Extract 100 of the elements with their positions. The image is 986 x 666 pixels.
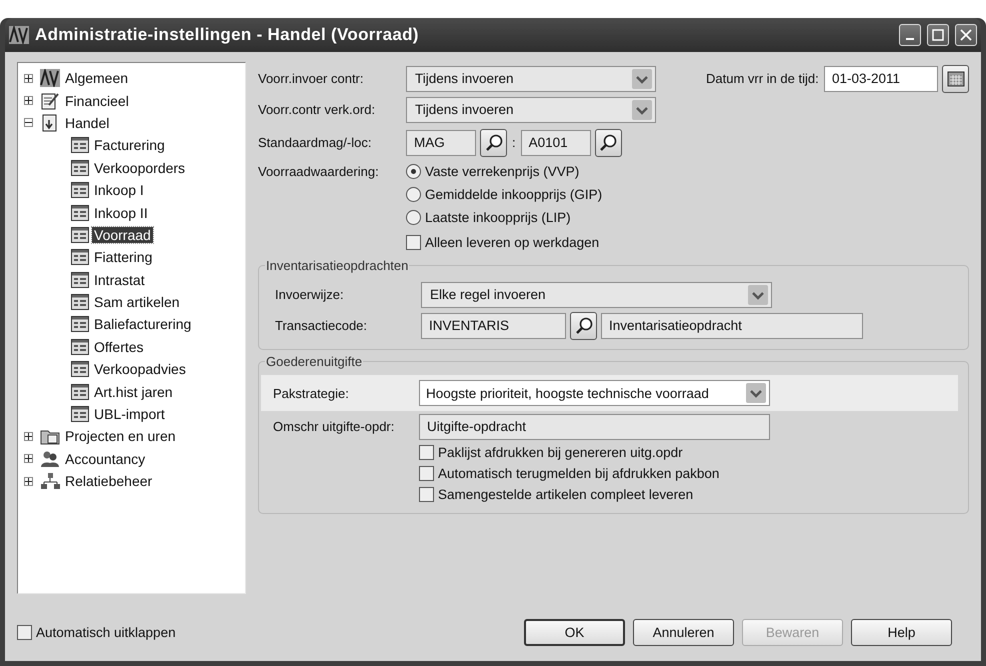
form-icon — [71, 226, 89, 243]
caret-icon[interactable] — [748, 284, 768, 304]
tree-item[interactable]: Accountancy — [63, 450, 148, 467]
tree-item[interactable]: Fiattering — [92, 249, 154, 266]
radio-button[interactable] — [406, 210, 421, 225]
caret-icon[interactable] — [632, 68, 652, 88]
checkbox-label: Alleen leveren op werkdagen — [425, 235, 600, 250]
tree-item[interactable]: Sam artikelen — [92, 294, 182, 310]
radio-label: Laatste inkoopprijs (LIP) — [425, 210, 571, 225]
dialog-button[interactable]: Annuleren — [633, 618, 734, 646]
tree-item[interactable]: Verkoopadvies — [92, 361, 188, 378]
form-icon — [71, 361, 89, 378]
form-icon — [71, 316, 89, 332]
search-icon — [484, 132, 504, 152]
field-label: Datum vrr in de tijd: — [706, 71, 820, 86]
warehouse-field[interactable]: MAG — [406, 130, 476, 156]
form-icon — [71, 338, 89, 355]
checkbox-label: Samengestelde artikelen compleet leveren — [438, 487, 694, 502]
close-icon — [960, 29, 972, 41]
plus-icon — [25, 478, 32, 485]
date-field[interactable]: 01-03-2011 — [824, 66, 938, 92]
dropdown[interactable]: Tijdens invoeren — [406, 96, 656, 122]
checkbox[interactable] — [419, 466, 434, 481]
code-field[interactable]: INVENTARIS — [421, 312, 566, 338]
notepad-icon — [40, 92, 60, 110]
expand-toggle[interactable] — [24, 96, 33, 106]
plus-icon — [25, 432, 32, 440]
tree-item[interactable]: Voorraad — [92, 226, 153, 243]
calendar-button[interactable] — [942, 64, 969, 92]
tree-item[interactable]: UBL-import — [92, 406, 167, 422]
expand-toggle[interactable] — [24, 454, 33, 464]
tree-item[interactable]: Inkoop I — [92, 182, 146, 198]
tree-item[interactable]: Projecten en uren — [63, 428, 178, 444]
radio-label: Vaste verrekenprijs (VVP) — [425, 164, 580, 179]
hierarchy-icon — [40, 472, 60, 490]
dropdown[interactable]: Tijdens invoeren — [406, 66, 656, 92]
form-icon — [71, 406, 89, 422]
tree-item[interactable]: Algemeen — [63, 70, 130, 86]
tree-item[interactable]: Relatiebeheer — [63, 473, 154, 490]
expand-toggle[interactable] — [24, 432, 33, 441]
checkbox-label: Automatisch uitklappen — [36, 624, 176, 640]
field-label: Voorr.contr verk.ord: — [258, 102, 376, 117]
caret-icon[interactable] — [746, 383, 766, 403]
form-icon — [71, 204, 89, 221]
separator-text: : — [511, 135, 517, 150]
dialog-button[interactable]: OK — [524, 618, 625, 646]
field-label: Transactiecode: — [275, 318, 368, 333]
checkbox[interactable] — [17, 624, 32, 640]
radio-button[interactable] — [406, 164, 421, 179]
text-field[interactable]: Uitgifte-opdracht — [419, 414, 770, 440]
tree-item[interactable]: Verkooporders — [92, 160, 188, 176]
search-button[interactable] — [570, 312, 597, 340]
form-icon — [71, 182, 89, 198]
people-icon — [40, 450, 60, 468]
field-label: Voorr.invoer contr: — [258, 71, 364, 86]
search-icon — [598, 132, 618, 152]
location-field[interactable]: A0101 — [520, 130, 591, 156]
maximize-icon — [932, 29, 944, 41]
checkbox[interactable] — [419, 445, 434, 460]
form-icon — [71, 249, 89, 266]
tree-item[interactable]: Intrastat — [92, 272, 147, 288]
expand-toggle[interactable] — [24, 476, 33, 486]
field-label: Invoerwijze: — [275, 287, 345, 302]
checkbox[interactable] — [419, 487, 434, 502]
close-button[interactable] — [955, 24, 977, 46]
calendar-icon — [946, 70, 964, 86]
dialog-button[interactable]: Help — [851, 618, 952, 646]
minimize-button[interactable] — [899, 24, 921, 46]
search-button[interactable] — [480, 128, 507, 156]
search-button[interactable] — [594, 128, 622, 156]
tree-item[interactable]: Inkoop II — [92, 204, 150, 221]
plus-icon — [25, 97, 32, 104]
expand-toggle[interactable] — [24, 74, 33, 83]
form-icon — [71, 272, 89, 288]
radio-button[interactable] — [406, 187, 421, 202]
tree-item[interactable]: Offertes — [92, 338, 146, 355]
plus-icon — [25, 455, 32, 462]
checkbox-label: Automatisch terugmelden bij afdrukken pakbon — [438, 466, 720, 481]
tree-item[interactable]: Facturering — [92, 137, 167, 154]
form-icon — [71, 294, 89, 310]
form-icon — [71, 384, 89, 400]
tree-item[interactable]: Handel — [63, 114, 112, 131]
plus-icon — [25, 74, 32, 82]
field-label: Standaardmag/-loc: — [258, 135, 372, 150]
tree-item[interactable]: Art.hist jaren — [92, 384, 175, 400]
dropdown[interactable]: Elke regel invoeren — [421, 282, 772, 308]
tree-item[interactable]: Financieel — [63, 92, 131, 109]
checkbox[interactable] — [406, 235, 421, 250]
dropdown[interactable]: Hoogste prioriteit, hoogste technische voorraad — [419, 380, 770, 406]
caret-icon[interactable] — [632, 100, 652, 120]
expand-toggle[interactable] — [24, 118, 33, 128]
field-label: Voorraadwaardering: — [258, 164, 380, 179]
tree-item[interactable]: Baliefacturering — [92, 316, 194, 332]
logo-icon — [9, 26, 29, 44]
window-title: Administratie-instellingen - Handel (Voorraad) — [35, 25, 420, 45]
description-field: Inventarisatieopdracht — [601, 312, 863, 338]
logo-icon — [40, 69, 60, 88]
field-label: Pakstrategie: — [273, 386, 350, 400]
radio-label: Gemiddelde inkoopprijs (GIP) — [425, 187, 602, 202]
maximize-button[interactable] — [927, 24, 949, 46]
